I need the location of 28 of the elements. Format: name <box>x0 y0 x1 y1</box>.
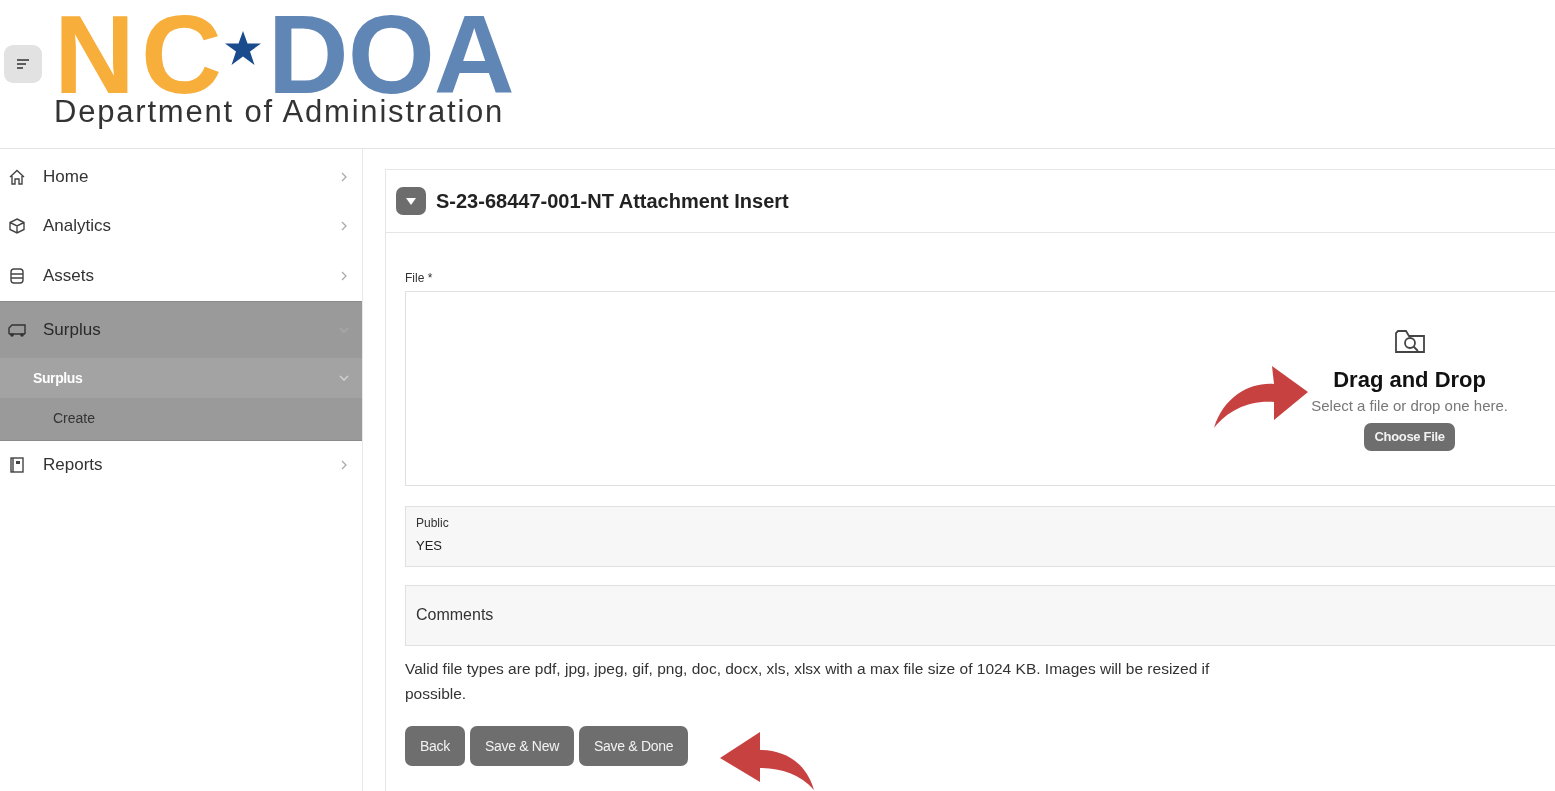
nav-item[interactable]: Surplus <box>0 301 362 358</box>
field-label: Public <box>416 516 450 530</box>
public-field[interactable]: Public YES <box>405 506 1555 567</box>
field-value: YES <box>416 538 443 553</box>
cube-icon <box>8 217 26 236</box>
nav-item[interactable]: Reports <box>0 440 362 490</box>
nav-item[interactable]: Create <box>0 397 106 440</box>
drop-title: Drag and Drop <box>1333 366 1486 393</box>
choose-file-button[interactable]: Choose File <box>1364 422 1455 451</box>
triangle-icon <box>405 196 417 206</box>
menu-button[interactable] <box>4 45 42 83</box>
menu-icon <box>16 58 30 70</box>
nav-item[interactable]: Home <box>0 152 362 202</box>
action-button[interactable]: Save & New <box>469 726 574 766</box>
region-title: S-23-68447-001-NT Attachment Insert <box>436 189 789 213</box>
star-icon <box>223 30 262 66</box>
nav-item[interactable]: Analytics <box>0 201 362 251</box>
field-label: File * <box>405 271 434 285</box>
collapse-button[interactable] <box>396 187 426 215</box>
drop-hint: Select a file or drop one here. <box>1311 396 1508 414</box>
home-icon <box>8 167 26 186</box>
comments-field[interactable]: Comments <box>405 585 1555 646</box>
nav-item[interactable]: Assets <box>0 251 362 301</box>
report-icon <box>8 456 26 475</box>
action-button[interactable]: Save & Done <box>579 726 689 766</box>
action-button[interactable]: Back <box>405 726 465 766</box>
database-icon <box>8 266 26 285</box>
help-text: Valid file types are pdf, jpg, jpeg, gif, png, doc, docx, xls, xlsx with a max file size of 1024 KB. Images will be resized if possible. <box>405 659 1211 704</box>
